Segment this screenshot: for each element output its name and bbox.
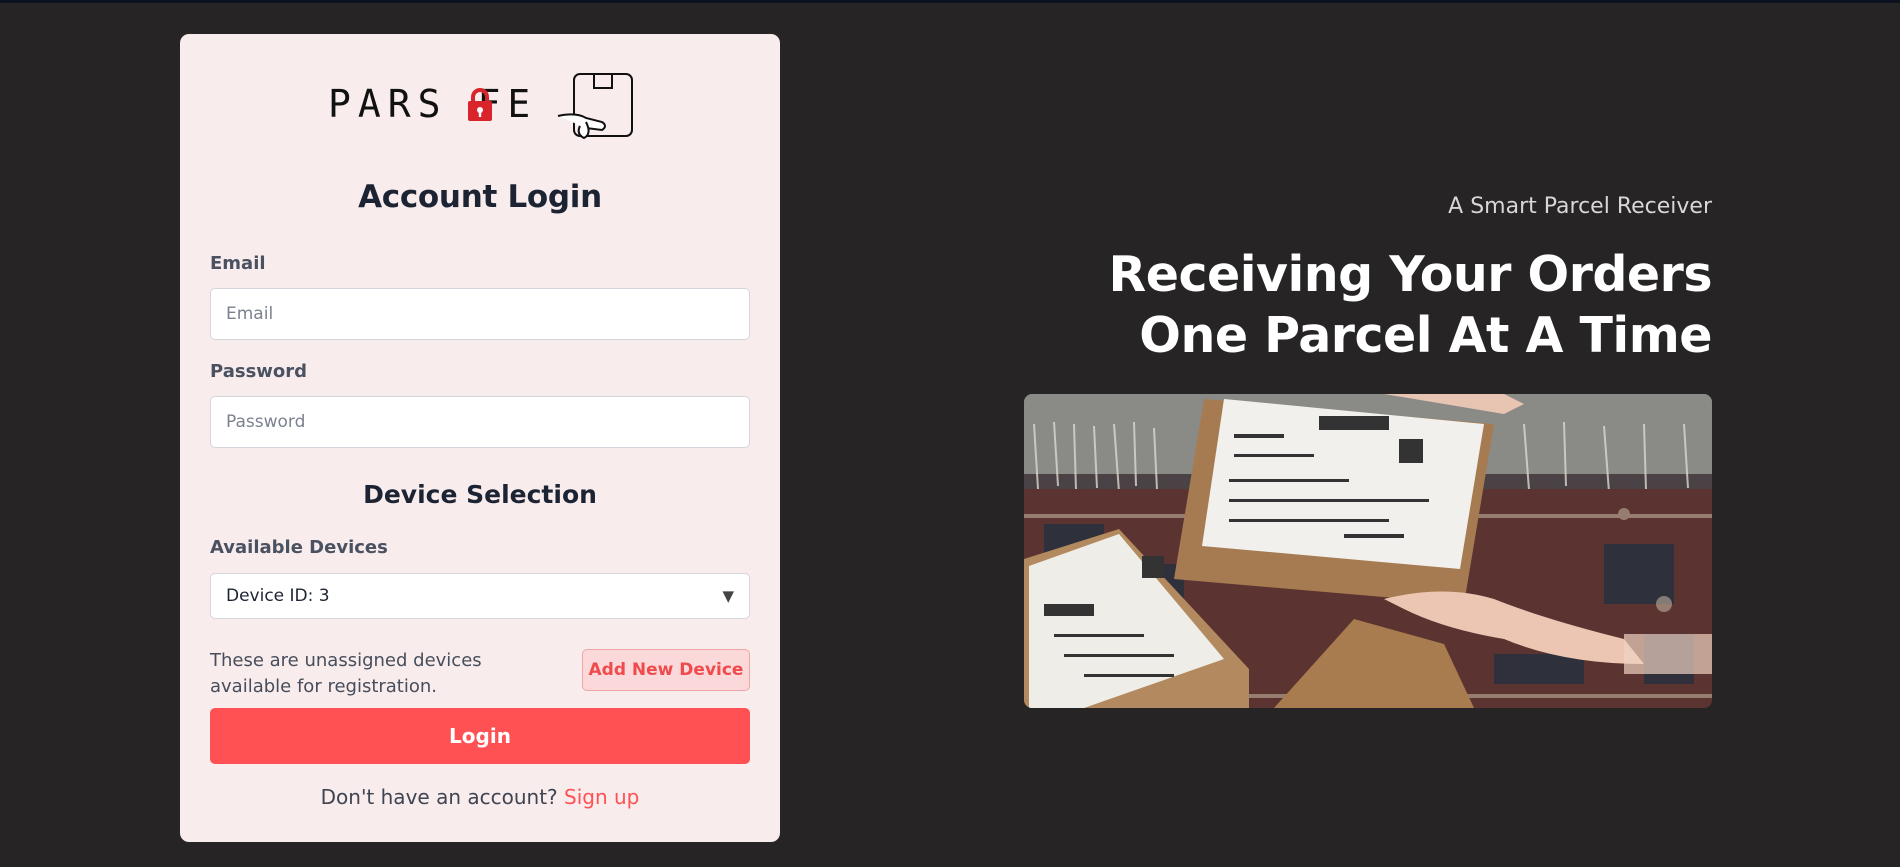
login-card: PARSFE Account Login Email Password Devi… — [180, 34, 780, 842]
device-select-value: Device ID: 3 — [226, 586, 330, 606]
signup-link[interactable]: Sign up — [564, 785, 639, 809]
email-field[interactable] — [210, 288, 750, 340]
parcel-hand-icon — [557, 73, 633, 140]
device-section-title: Device Selection — [363, 480, 597, 509]
available-devices-label: Available Devices — [210, 537, 388, 558]
password-label: Password — [210, 361, 308, 382]
signup-prompt: Don't have an account? Sign up — [180, 785, 780, 809]
device-helper-text: These are unassigned devices available f… — [210, 650, 482, 697]
caret-down-icon: ▼ — [722, 587, 734, 605]
email-label: Email — [210, 253, 266, 274]
page-title: Account Login — [358, 179, 602, 215]
top-border — [0, 0, 1900, 3]
login-button[interactable]: Login — [210, 708, 750, 764]
lock-icon — [468, 88, 492, 121]
parsafe-logo: PARS FE — [328, 72, 634, 140]
signup-prompt-text: Don't have an account? — [320, 785, 558, 809]
add-new-device-button[interactable]: Add New Device — [582, 649, 750, 691]
logo-wordmark: PARS FE — [328, 82, 538, 126]
hero-headline: Receiving Your Orders One Parcel At A Ti… — [1108, 246, 1712, 364]
hero-tagline: A Smart Parcel Receiver — [1448, 194, 1712, 219]
parcel-boxes-photo — [1024, 394, 1712, 708]
password-field[interactable] — [210, 396, 750, 448]
device-select[interactable]: Device ID: 3 ▼ — [210, 573, 750, 619]
